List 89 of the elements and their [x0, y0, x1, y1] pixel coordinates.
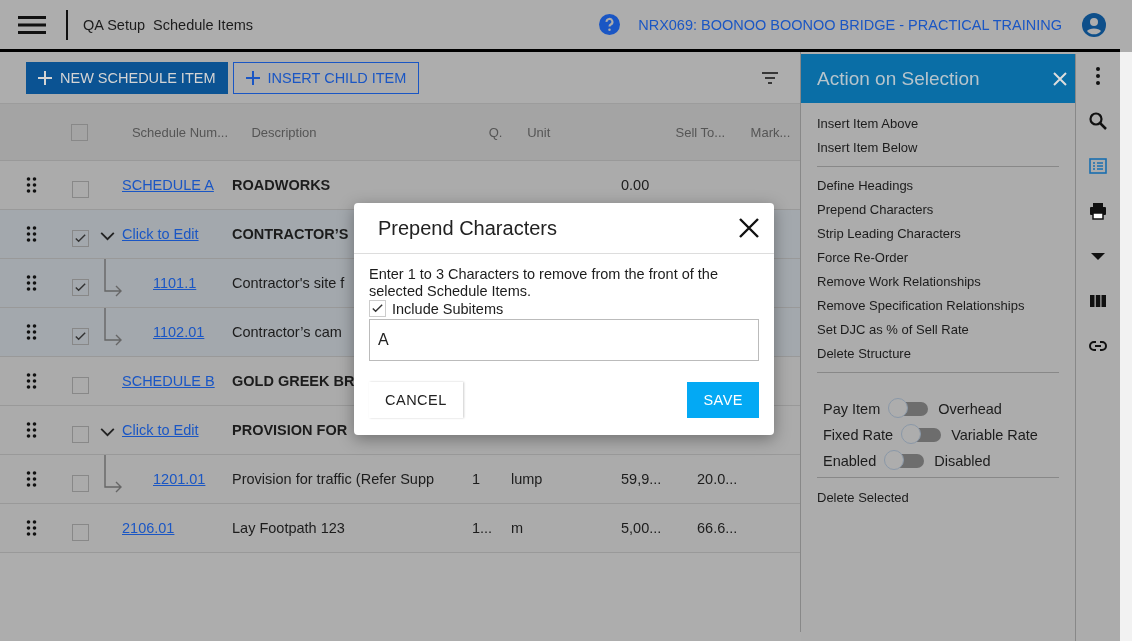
chevron-icon[interactable]: [100, 231, 115, 241]
unit-cell: lump: [511, 471, 543, 487]
row-checkbox[interactable]: [72, 278, 89, 296]
action-menu-item[interactable]: Delete Selected: [817, 478, 1059, 510]
schedule-number-link[interactable]: Click to Edit: [122, 226, 199, 242]
markup-cell: 66.6...: [697, 520, 738, 536]
breadcrumb-item[interactable]: QA Setup: [83, 16, 146, 33]
column-header[interactable]: Mark...: [750, 124, 800, 140]
search-icon[interactable]: [1088, 111, 1108, 131]
toggle-label: Disabled: [934, 453, 991, 469]
action-menu-item[interactable]: Prepend Characters: [817, 198, 1059, 222]
help-icon[interactable]: [599, 14, 621, 35]
action-menu-item[interactable]: Define Headings: [817, 174, 1059, 198]
save-button[interactable]: SAVE: [687, 382, 759, 418]
checkbox-label: Include Subitems: [392, 300, 504, 317]
drag-handle-icon[interactable]: [26, 177, 37, 193]
description-cell: Lay Footpath 123: [232, 520, 345, 536]
panel-title: Action on Selection: [817, 67, 980, 90]
menu-icon[interactable]: [18, 14, 46, 35]
add-button[interactable]: NEW SCHEDULE ITEM: [26, 61, 228, 94]
row-checkbox[interactable]: [72, 474, 89, 492]
drag-handle-icon[interactable]: [26, 324, 37, 340]
toggle-label: Enabled: [823, 453, 877, 469]
drag-handle-icon[interactable]: [26, 226, 37, 242]
toggle-label: Fixed Rate: [823, 427, 894, 443]
schedule-number-link[interactable]: SCHEDULE A: [122, 177, 214, 193]
unit-cell: m: [511, 520, 524, 536]
description-cell: PROVISION FOR: [232, 422, 348, 438]
add-button[interactable]: INSERT CHILD ITEM: [232, 61, 420, 94]
sell-total-cell: 59,9...: [621, 471, 662, 487]
close-icon[interactable]: [739, 218, 759, 238]
description-cell: CONTRACTOR’S: [232, 226, 349, 242]
toggle-label: Overhead: [938, 401, 1002, 417]
action-menu-item[interactable]: Remove Work Relationships: [817, 270, 1059, 294]
description-cell: Contractor’s cam: [232, 324, 342, 340]
schedule-number-link[interactable]: 2106.01: [122, 520, 175, 536]
row-checkbox[interactable]: [72, 180, 89, 198]
description-cell: GOLD GREEK BR: [232, 373, 355, 389]
action-menu-item[interactable]: Strip Leading Characters: [817, 222, 1059, 246]
characters-input[interactable]: A: [369, 319, 759, 361]
drag-handle-icon[interactable]: [26, 275, 37, 291]
description-cell: Contractor's site f: [232, 275, 345, 291]
dialog-title: Prepend Characters: [378, 216, 557, 240]
markup-cell: 20.0...: [697, 471, 738, 487]
schedule-number-link[interactable]: Click to Edit: [122, 422, 199, 438]
include-subitems-checkbox[interactable]: [369, 300, 386, 317]
filter-icon[interactable]: [762, 71, 778, 84]
row-checkbox[interactable]: [72, 425, 89, 443]
plus-icon: [38, 70, 52, 85]
action-menu-item[interactable]: Insert Item Below: [817, 136, 1059, 160]
schedule-number-link[interactable]: 1102.01: [153, 324, 205, 340]
action-menu-item[interactable]: Set DJC as % of Sell Rate: [817, 318, 1059, 342]
schedule-number-link[interactable]: SCHEDULE B: [122, 373, 215, 389]
quantity-cell: 1: [472, 471, 481, 487]
cancel-button[interactable]: CANCEL: [369, 382, 463, 418]
quantity-cell: 1...: [472, 520, 493, 536]
schedule-number-link[interactable]: 1101.1: [153, 275, 197, 291]
row-checkbox[interactable]: [72, 523, 89, 541]
description-cell: Provision for traffic (Refer Supp: [232, 471, 434, 487]
breadcrumb-item[interactable]: Schedule Items: [153, 16, 254, 33]
action-menu-item[interactable]: Force Re-Order: [817, 246, 1059, 270]
row-checkbox[interactable]: [72, 327, 89, 345]
drag-handle-icon[interactable]: [26, 373, 37, 389]
toggle-label: Variable Rate: [951, 427, 1038, 443]
column-header[interactable]: Sell To...: [675, 124, 751, 140]
column-header[interactable]: Description: [251, 124, 489, 140]
sell-total-cell: 5,00...: [621, 520, 662, 536]
drag-handle-icon[interactable]: [26, 520, 37, 536]
sell-total-cell: 0.00: [621, 177, 650, 193]
schedule-number-link[interactable]: 1201.01: [153, 471, 206, 487]
dialog-message: Enter 1 to 3 Characters to remove from the front of the selected Schedule Items.: [369, 266, 719, 300]
project-title[interactable]: NRX069: BOONOO BOONOO BRIDGE - PRACTICAL TRAINING: [638, 16, 1062, 33]
printer-icon[interactable]: [1088, 201, 1108, 221]
select-all-checkbox[interactable]: [71, 123, 89, 141]
column-header[interactable]: Q.: [488, 124, 528, 140]
user-avatar-icon[interactable]: [1082, 12, 1106, 37]
column-header[interactable]: Unit: [527, 124, 676, 140]
description-cell: ROADWORKS: [232, 177, 331, 193]
action-menu-item[interactable]: Insert Item Above: [817, 112, 1059, 136]
plus-icon: [245, 70, 260, 85]
column-header[interactable]: Schedule Num...: [131, 124, 252, 140]
row-checkbox[interactable]: [72, 376, 89, 394]
drag-handle-icon[interactable]: [26, 422, 37, 438]
chevron-icon[interactable]: [100, 427, 115, 437]
toggle-label: Pay Item: [823, 401, 881, 417]
drag-handle-icon[interactable]: [26, 471, 37, 487]
row-checkbox[interactable]: [72, 229, 89, 247]
action-menu-item[interactable]: Delete Structure: [817, 342, 1059, 366]
action-menu-item[interactable]: Remove Specification Relationships: [817, 294, 1059, 318]
